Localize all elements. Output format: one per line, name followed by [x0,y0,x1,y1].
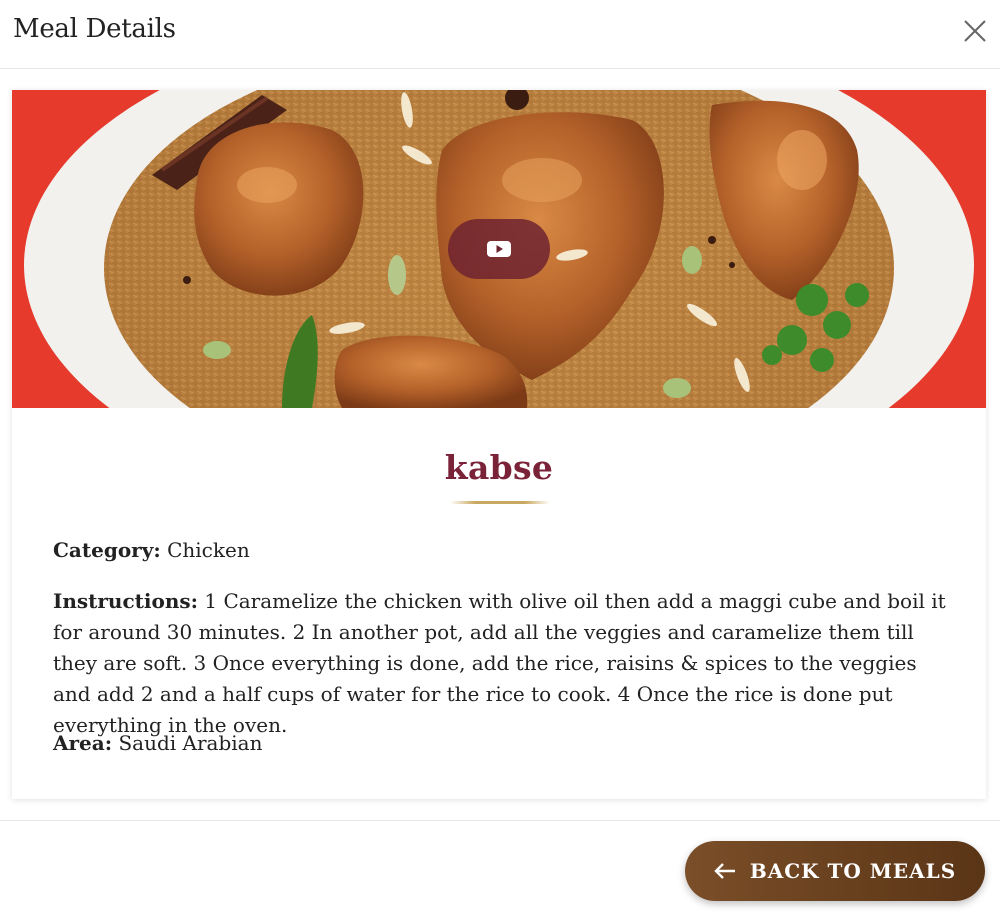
instructions-label: Instructions: [53,589,199,613]
area-value: Saudi Arabian [118,731,263,755]
modal-header: Meal Details [0,0,1000,69]
close-button[interactable] [963,19,987,43]
footer-divider [0,820,1000,821]
area-label: Area: [53,731,113,755]
back-to-meals-label: BACK TO MEALS [749,859,957,883]
category-value: Chicken [167,538,250,562]
meal-details-modal: Meal Details kabse Category: Chicken Ins… [0,0,1000,912]
back-to-meals-button[interactable]: BACK TO MEALS [685,841,985,901]
video-play-button[interactable] [448,219,550,279]
youtube-play-icon [487,241,511,257]
meal-category: Category: Chicken [53,535,953,566]
title-divider [450,501,550,504]
close-icon [964,20,986,42]
meal-image[interactable] [12,90,986,408]
meal-instructions: Instructions: 1 Caramelize the chicken w… [53,586,953,741]
arrow-left-icon [714,863,736,879]
category-label: Category: [53,538,161,562]
meal-title: kabse [444,448,554,487]
modal-title: Meal Details [13,14,176,44]
meal-card: kabse Category: Chicken Instructions: 1 … [12,90,986,799]
meal-area: Area: Saudi Arabian [53,728,953,759]
